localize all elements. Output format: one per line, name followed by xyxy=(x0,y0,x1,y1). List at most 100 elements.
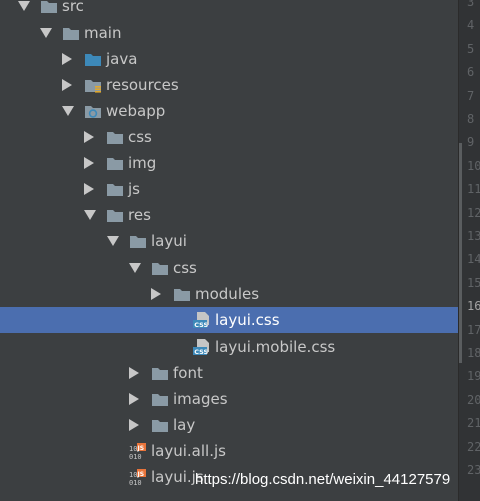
svg-text:CSS: CSS xyxy=(194,348,208,356)
tree-row-img[interactable]: img xyxy=(0,150,458,176)
project-tool-window: src main java resources webapp css img js res lay… xyxy=(0,0,480,501)
tree-row-webapp[interactable]: webapp xyxy=(0,98,458,124)
line-number: 19 xyxy=(467,369,480,384)
expand-arrow-icon[interactable] xyxy=(40,28,52,38)
js-file-icon: 10 010 JS xyxy=(129,468,147,487)
expand-arrow-icon[interactable] xyxy=(18,1,30,11)
line-number: 11 xyxy=(467,182,480,197)
line-number: 18 xyxy=(467,346,480,360)
css-file-icon: CSS xyxy=(193,338,211,356)
folder-icon xyxy=(151,364,169,381)
collapse-arrow-icon[interactable] xyxy=(62,53,72,65)
expand-arrow-icon[interactable] xyxy=(84,210,96,220)
horizontal-scrollbar[interactable] xyxy=(0,493,458,501)
svg-text:010: 010 xyxy=(129,453,142,460)
folder-icon xyxy=(106,128,124,145)
folder-icon xyxy=(106,154,124,171)
folder-icon xyxy=(106,206,124,223)
folder-icon xyxy=(151,390,169,407)
folder-icon xyxy=(151,416,169,433)
collapse-arrow-icon[interactable] xyxy=(129,393,139,405)
svg-text:10: 10 xyxy=(129,471,137,479)
tree-row-font[interactable]: font xyxy=(0,360,458,386)
tree-row-lay[interactable]: lay xyxy=(0,412,458,438)
line-number: 12 xyxy=(467,205,480,220)
tree-row-label: images xyxy=(173,390,228,408)
folder-icon xyxy=(40,0,58,14)
tree-row-css[interactable]: css xyxy=(0,255,458,281)
project-tree[interactable]: src main java resources webapp css img js res lay… xyxy=(0,0,458,501)
tree-row-label: resources xyxy=(106,76,179,94)
line-number: 21 xyxy=(467,416,480,431)
collapse-arrow-icon[interactable] xyxy=(129,367,139,379)
web-folder-icon xyxy=(84,102,102,119)
tree-row-label: layui xyxy=(151,232,187,250)
tree-row-label: java xyxy=(106,50,138,68)
tree-row-label: res xyxy=(128,206,151,224)
editor-gutter: 3 4 5 6 7 8 9 10 11 12 13 14 15 16 17 18 19 20 21 22 23 xyxy=(458,0,480,501)
tree-row-js[interactable]: js xyxy=(0,176,458,202)
vertical-scrollbar-thumb[interactable] xyxy=(459,143,462,363)
line-number: 16 xyxy=(467,299,480,314)
tree-row-resources[interactable]: resources xyxy=(0,72,458,98)
tree-row-layui-mobile-css[interactable]: CSS layui.mobile.css xyxy=(0,334,458,360)
line-number: 10 xyxy=(467,158,480,173)
tree-row-label: webapp xyxy=(106,102,166,120)
tree-row-label: main xyxy=(84,24,122,42)
expand-arrow-icon[interactable] xyxy=(107,236,119,246)
folder-icon xyxy=(151,259,169,276)
tree-row-layui-css[interactable]: CSS layui.css xyxy=(0,307,458,333)
line-number: 7 xyxy=(467,88,475,103)
svg-text:JS: JS xyxy=(137,445,145,452)
collapse-arrow-icon[interactable] xyxy=(62,79,72,91)
tree-row-label: js xyxy=(128,180,140,198)
expand-arrow-icon[interactable] xyxy=(62,106,74,116)
line-number: 3 xyxy=(467,0,475,9)
line-number: 5 xyxy=(467,41,475,56)
svg-text:CSS: CSS xyxy=(194,321,208,329)
line-number: 9 xyxy=(467,135,475,150)
tree-row-main[interactable]: main xyxy=(0,20,458,46)
folder-icon xyxy=(62,24,80,41)
tree-row-label: lay xyxy=(173,416,196,434)
collapse-arrow-icon[interactable] xyxy=(84,183,94,195)
line-number: 15 xyxy=(467,275,480,290)
line-number: 13 xyxy=(467,229,480,243)
tree-row-label: layui.all.js xyxy=(151,442,226,460)
tree-row-src[interactable]: src xyxy=(0,0,458,19)
js-file-icon: 10 010 JS xyxy=(129,442,147,461)
line-number: 23 xyxy=(467,463,480,477)
tree-row-images[interactable]: images xyxy=(0,386,458,412)
tree-row-label: layui.mobile.css xyxy=(215,338,336,356)
line-number: 14 xyxy=(467,252,480,267)
tree-row-label: layui.css xyxy=(215,311,280,329)
folder-icon xyxy=(106,180,124,197)
tree-row-css[interactable]: css xyxy=(0,124,458,150)
svg-text:10: 10 xyxy=(129,445,137,453)
line-number: 20 xyxy=(467,392,480,407)
line-number: 4 xyxy=(467,18,475,33)
tree-row-java[interactable]: java xyxy=(0,46,458,72)
tree-row-label: img xyxy=(128,154,157,172)
tree-row-label: font xyxy=(173,364,203,382)
folder-icon xyxy=(173,285,191,302)
line-number: 22 xyxy=(467,439,480,454)
line-number: 8 xyxy=(467,112,475,126)
resources-folder-icon xyxy=(84,76,102,93)
collapse-arrow-icon[interactable] xyxy=(129,419,139,431)
tree-row-label: css xyxy=(173,259,197,277)
collapse-arrow-icon[interactable] xyxy=(151,288,161,300)
tree-row-label: src xyxy=(62,0,84,15)
line-number: 17 xyxy=(467,322,480,337)
tree-row-layui[interactable]: layui xyxy=(0,228,458,254)
svg-text:010: 010 xyxy=(129,479,142,486)
line-number: 6 xyxy=(467,65,475,80)
tree-row-modules[interactable]: modules xyxy=(0,281,458,307)
tree-row-layui-all-js[interactable]: 10 010 JS layui.all.js xyxy=(0,438,458,464)
tree-row-res[interactable]: res xyxy=(0,202,458,228)
expand-arrow-icon[interactable] xyxy=(129,263,141,273)
collapse-arrow-icon[interactable] xyxy=(84,157,94,169)
watermark-text: https://blog.csdn.net/weixin_44127579 xyxy=(195,471,451,488)
collapse-arrow-icon[interactable] xyxy=(84,131,94,143)
tree-row-label: css xyxy=(128,128,152,146)
